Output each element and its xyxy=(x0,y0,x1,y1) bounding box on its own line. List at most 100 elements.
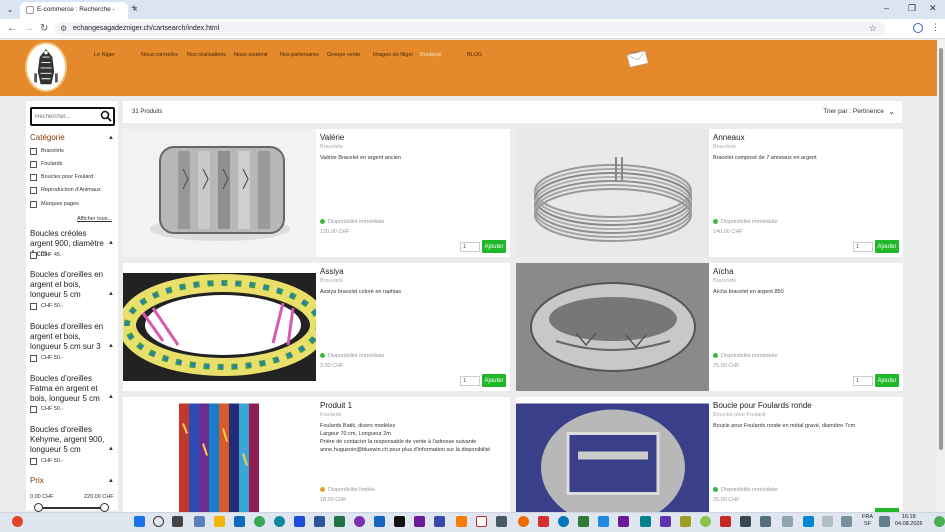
scrollbar-thumb[interactable] xyxy=(939,48,943,450)
app-icon[interactable] xyxy=(760,516,771,527)
add-to-cart-button[interactable]: Ajouter xyxy=(482,240,506,253)
quantity-input[interactable] xyxy=(853,376,873,386)
price-checkbox[interactable] xyxy=(30,252,37,259)
search-input[interactable] xyxy=(35,112,99,122)
product-image[interactable] xyxy=(516,129,709,257)
price-checkbox[interactable] xyxy=(30,406,37,413)
site-info-icon[interactable]: ⚙ xyxy=(60,24,67,33)
collapse-caret-icon[interactable]: ▲ xyxy=(108,478,114,484)
collapse-caret-icon[interactable]: ▲ xyxy=(108,343,114,349)
category-checkbox[interactable] xyxy=(30,187,37,194)
task-view-icon[interactable] xyxy=(172,516,183,527)
show-all-link[interactable]: Afficher tous... xyxy=(77,216,112,222)
mail-icon[interactable] xyxy=(625,49,649,68)
category-checkbox[interactable] xyxy=(30,174,37,181)
product-name[interactable]: Produit 1 xyxy=(320,401,352,410)
app-icon[interactable] xyxy=(374,516,385,527)
app-icon[interactable] xyxy=(618,516,629,527)
bookmark-star-icon[interactable]: ☆ xyxy=(869,23,877,34)
product-image[interactable] xyxy=(123,129,316,257)
file-explorer-icon[interactable] xyxy=(214,516,225,527)
price-slider-min-handle[interactable] xyxy=(34,503,43,512)
add-to-cart-button[interactable]: Ajouter xyxy=(482,374,506,387)
nav-blog[interactable]: BLOG xyxy=(467,52,482,58)
new-tab-icon[interactable]: + xyxy=(131,3,137,14)
product-name[interactable]: Aïcha xyxy=(713,267,733,276)
app-icon[interactable] xyxy=(434,516,445,527)
product-image[interactable] xyxy=(123,263,316,391)
app-icon[interactable] xyxy=(598,516,609,527)
settings-icon[interactable] xyxy=(194,516,205,527)
notification-icon[interactable] xyxy=(934,516,945,527)
tray-chevron-icon[interactable] xyxy=(822,516,833,527)
app-icon[interactable] xyxy=(782,516,793,527)
start-icon[interactable] xyxy=(134,516,145,527)
product-name[interactable]: Anneaux xyxy=(713,133,745,142)
nav-groupe-vente[interactable]: Groupe vente xyxy=(327,52,360,58)
address-bar[interactable]: ⚙ echangesagadezniger.ch/cartsearch/inde… xyxy=(55,22,885,36)
quantity-input[interactable] xyxy=(853,242,873,252)
clock[interactable]: 16:18 04.08.2026 xyxy=(895,514,923,528)
collapse-caret-icon[interactable]: ▲ xyxy=(108,394,114,400)
add-to-cart-button[interactable]: Ajouter xyxy=(875,374,899,387)
app-icon[interactable] xyxy=(354,516,365,527)
tab-list-icon[interactable]: ⌄ xyxy=(4,4,16,15)
restore-icon[interactable]: ❐ xyxy=(908,3,916,14)
browser-menu-icon[interactable]: ⋮ xyxy=(931,22,940,33)
keyboard-language[interactable]: FRA SF xyxy=(862,514,873,528)
nav-nous-soutenir[interactable]: Nous soutenir xyxy=(234,52,268,58)
onedrive-icon[interactable] xyxy=(841,516,852,527)
app-icon[interactable] xyxy=(803,516,814,527)
app-icon[interactable] xyxy=(640,516,651,527)
app-icon[interactable] xyxy=(558,516,569,527)
outlook-icon[interactable] xyxy=(234,516,245,527)
product-image[interactable] xyxy=(516,397,709,512)
nav-le-niger[interactable]: Le Niger xyxy=(94,52,115,58)
weather-icon[interactable] xyxy=(12,516,23,527)
minimize-icon[interactable]: – xyxy=(884,3,889,13)
back-icon[interactable]: ← xyxy=(7,23,17,34)
nav-boutique[interactable]: Boutique xyxy=(420,52,442,58)
product-image[interactable] xyxy=(123,397,316,512)
forward-icon[interactable]: → xyxy=(24,23,34,34)
site-logo[interactable] xyxy=(25,42,67,92)
edge-icon[interactable] xyxy=(274,516,285,527)
price-slider-max-handle[interactable] xyxy=(100,503,109,512)
excel-icon[interactable] xyxy=(334,516,345,527)
app-icon[interactable] xyxy=(538,516,549,527)
app-icon[interactable] xyxy=(456,516,467,527)
add-to-cart-button[interactable]: Ajouter xyxy=(875,240,899,253)
search-icon[interactable] xyxy=(100,110,112,122)
price-checkbox[interactable] xyxy=(30,355,37,362)
pdf-icon[interactable] xyxy=(476,516,487,527)
price-checkbox[interactable] xyxy=(30,458,37,465)
profile-icon[interactable] xyxy=(913,23,923,33)
price-slider-track[interactable] xyxy=(36,507,106,509)
app-icon[interactable] xyxy=(660,516,671,527)
nav-nos-realisations[interactable]: Nos réalisations xyxy=(187,52,226,58)
browser-tab[interactable]: E-commerce : Recherche - Echa × xyxy=(20,2,138,19)
network-icon[interactable] xyxy=(879,516,890,527)
app-icon[interactable] xyxy=(518,516,529,527)
product-name[interactable]: Boucle pour Foulards ronde xyxy=(713,401,812,410)
price-checkbox[interactable] xyxy=(30,303,37,310)
app-icon[interactable] xyxy=(740,516,751,527)
app-icon[interactable] xyxy=(720,516,731,527)
app-icon[interactable] xyxy=(578,516,589,527)
search-icon[interactable] xyxy=(153,516,164,527)
window-close-icon[interactable]: ✕ xyxy=(929,3,937,14)
quantity-input[interactable] xyxy=(460,242,480,252)
collapse-caret-icon[interactable]: ▲ xyxy=(108,135,114,141)
word-icon[interactable] xyxy=(314,516,325,527)
chrome-icon[interactable] xyxy=(254,516,265,527)
app-icon[interactable] xyxy=(496,516,507,527)
store-icon[interactable] xyxy=(294,516,305,527)
product-image[interactable] xyxy=(516,263,709,391)
category-checkbox[interactable] xyxy=(30,161,37,168)
app-icon[interactable] xyxy=(680,516,691,527)
app-icon[interactable] xyxy=(414,516,425,527)
nav-nos-partenaires[interactable]: Nos partenaires xyxy=(280,52,319,58)
collapse-caret-icon[interactable]: ▲ xyxy=(108,446,114,452)
collapse-caret-icon[interactable]: ▲ xyxy=(108,240,114,246)
app-icon[interactable] xyxy=(394,516,405,527)
